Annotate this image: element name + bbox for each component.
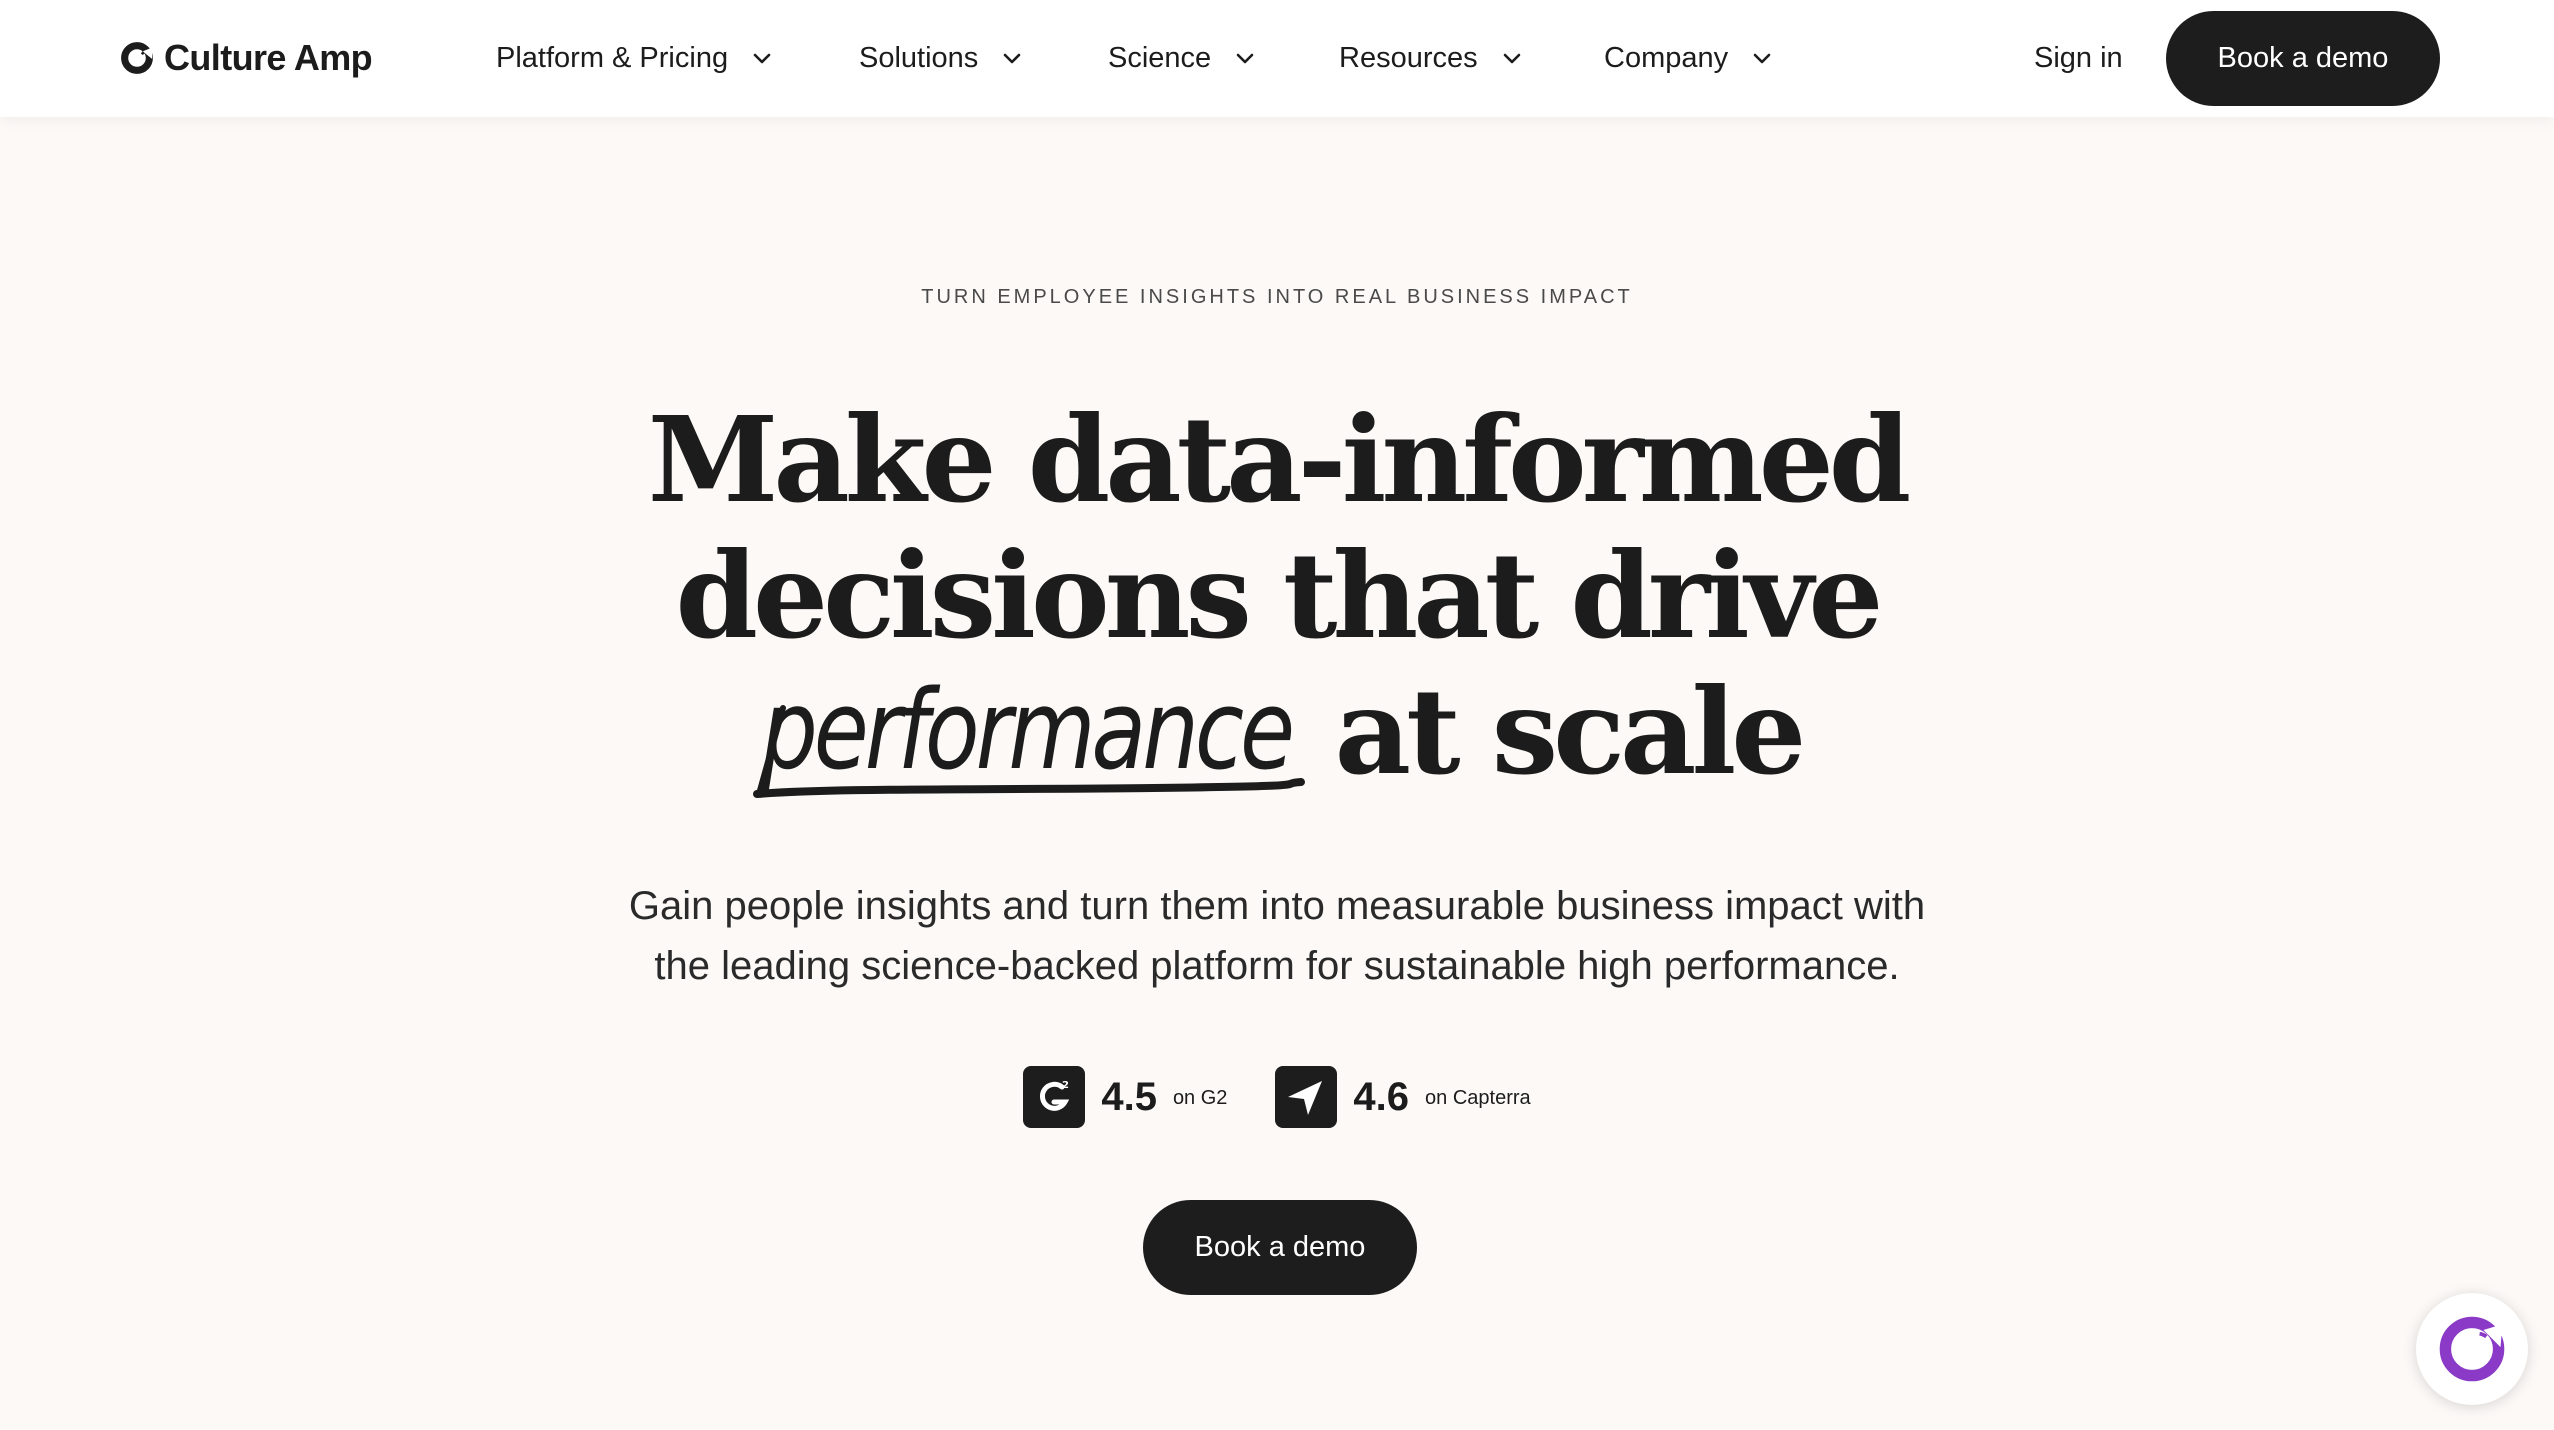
chevron-down-icon	[753, 53, 771, 64]
svg-text:2: 2	[1062, 1080, 1069, 1091]
g2-logo-icon: 2	[1023, 1066, 1086, 1128]
headline-line-2: decisions that drive	[675, 526, 1883, 665]
nav-label: Company	[1604, 41, 1729, 74]
culture-amp-chat-icon	[2439, 1316, 2505, 1382]
chevron-down-icon	[1236, 53, 1254, 64]
capterra-logo-icon	[1275, 1066, 1338, 1128]
book-demo-nav-button[interactable]: Book a demo	[2166, 11, 2440, 106]
headline-line-1: Make data-informed	[647, 390, 1912, 529]
nav-platform-pricing[interactable]: Platform & Pricing	[496, 36, 774, 80]
logo-text: Culture Amp	[164, 37, 373, 78]
sign-in-link[interactable]: Sign in	[2034, 36, 2123, 80]
chat-launcher-button[interactable]	[2416, 1293, 2528, 1405]
top-nav: Culture Amp Platform & Pricing Solutions…	[0, 0, 2554, 117]
headline-script-word: performance	[752, 664, 1309, 800]
culture-amp-logo-icon	[121, 42, 153, 74]
nav-science[interactable]: Science	[1108, 36, 1257, 80]
script-text: performance	[760, 666, 1291, 794]
subtitle-line-1: Gain people insights and turn them into …	[628, 884, 1926, 928]
hero-subtitle: Gain people insights and turn them into …	[0, 876, 2554, 996]
nav-resources[interactable]: Resources	[1339, 36, 1524, 80]
chevron-down-icon	[1004, 53, 1021, 64]
nav-company[interactable]: Company	[1604, 36, 1774, 80]
rating-g2: 2 4.5 on G2	[1023, 1066, 1227, 1128]
nav-label: Solutions	[859, 41, 979, 74]
capterra-rating-value: 4.6	[1353, 1074, 1410, 1119]
subtitle-line-2: the leading science-backed platform for …	[654, 944, 1900, 988]
nav-label: Platform & Pricing	[496, 41, 729, 74]
chevron-down-icon	[1753, 53, 1771, 64]
hero-headline: Make data-informed decisions that drive …	[0, 392, 2554, 800]
capterra-rating-source: on Capterra	[1425, 1086, 1531, 1109]
hero-eyebrow: TURN EMPLOYEE INSIGHTS INTO REAL BUSINES…	[921, 286, 1633, 308]
chevron-down-icon	[1503, 53, 1520, 64]
nav-label: Science	[1108, 41, 1212, 74]
performance-handwriting-graphic: performance	[752, 666, 1305, 798]
g2-rating-source: on G2	[1172, 1086, 1228, 1109]
nav-label: Resources	[1339, 41, 1478, 74]
ratings-row: 2 4.5 on G2 4.6 on Capterra	[0, 1066, 2554, 1128]
nav-solutions[interactable]: Solutions	[859, 36, 1024, 80]
g2-rating-value: 4.5	[1101, 1074, 1157, 1119]
headline-line-3: performance at scale	[0, 664, 2554, 800]
culture-amp-logo[interactable]: Culture Amp	[118, 34, 373, 82]
headline-line-3-end: at scale	[1334, 662, 1807, 801]
rating-capterra: 4.6 on Capterra	[1275, 1066, 1531, 1128]
book-demo-hero-button[interactable]: Book a demo	[1143, 1200, 1417, 1295]
